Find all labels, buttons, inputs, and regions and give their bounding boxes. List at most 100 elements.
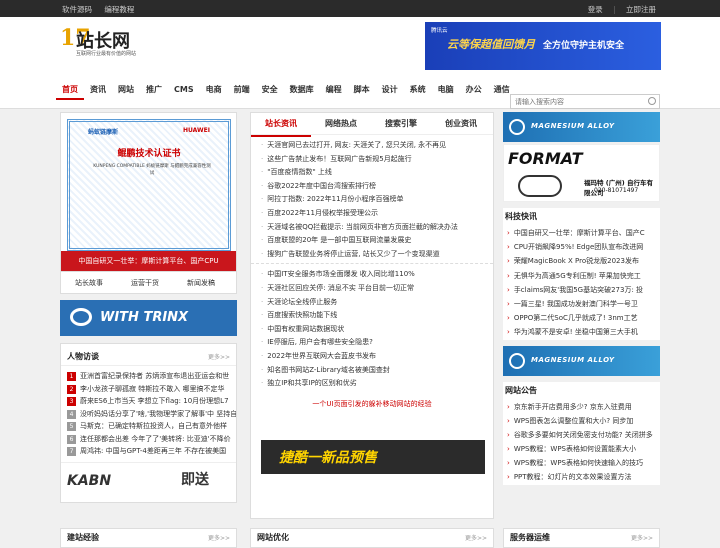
- list-item[interactable]: 中国IT安全服务市场全面爆发 收入同比增110%: [261, 268, 485, 282]
- list-item[interactable]: 百度搜索快照功能下线: [261, 309, 485, 323]
- trinx-logo-icon: [70, 308, 92, 326]
- tab-search-engine[interactable]: 搜索引擎: [371, 113, 431, 135]
- tab-hot[interactable]: 网络热点: [311, 113, 371, 135]
- cert-logo-right: HUAWEI: [182, 127, 210, 134]
- top-link-tutorial[interactable]: 编程教程: [104, 5, 134, 14]
- list-item[interactable]: 阿拉丁指数: 2022年11月份小程序百强榜单: [261, 193, 485, 207]
- more-link[interactable]: 更多>>: [208, 352, 230, 361]
- item-title[interactable]: 亚洲首富纪录保持者 苏炳添宣布退出亚运会和世: [80, 372, 229, 380]
- item-title[interactable]: 周鸿祎: 中国与GPT-4差距再三年 不存在被美国: [80, 447, 226, 455]
- list-item[interactable]: CPU开销飙降95%! Edge团队宣布改进网: [503, 240, 660, 254]
- notice-list: 京东新手开店费用多少? 京东入驻费用 WPS图表怎么调整位置和大小? 同步加 谷…: [503, 400, 660, 485]
- people-list: 1 亚洲首富纪录保持者 苏炳添宣布退出亚运会和世 2 李小龙孩子聊孤寂 特斯拉不敢入…: [61, 366, 236, 458]
- list-item[interactable]: 独立IP和共享IP的区别和优劣: [261, 377, 485, 391]
- right-column: MAGNESIUM ALLOY FORMAT 福玛特 (广州) 自行车有限公司 …: [503, 112, 660, 485]
- list-item[interactable]: WPS图表怎么调整位置和大小? 同步加: [503, 414, 660, 428]
- trinx-text: WITH TRINX: [100, 310, 189, 325]
- list-item[interactable]: 中国有权重网站数据现状: [261, 323, 485, 337]
- format-phone: 020-81071497: [594, 187, 639, 194]
- tech-news-section: 科技快讯 中国自研又一壮举：摩斯计算平台、国产C CPU开销飙降95%! Edg…: [503, 208, 660, 340]
- item-title[interactable]: 马斯克：已确定特斯拉投资人，自己有意外他样: [80, 422, 227, 430]
- list-item[interactable]: 天涯社区回应关停: 消息不实 平台目前一切正常: [261, 282, 485, 296]
- account-links: 登录 | 立即注册: [580, 4, 656, 15]
- more-link[interactable]: 更多>>: [465, 533, 487, 542]
- section-server-ops: 服务器运维 更多>>: [503, 528, 660, 548]
- list-item[interactable]: 搜狗广告联盟业务将停止运营, 站长又少了一个变现渠道: [261, 248, 485, 262]
- list-item[interactable]: 6 连任那都会出差 今年了了'美转将: 比亚迪'不降价: [61, 433, 236, 446]
- list-item[interactable]: 京东新手开店费用多少? 京东入驻费用: [503, 400, 660, 414]
- list-item[interactable]: 荣耀MagicBook X Pro锐龙版2023发布: [503, 254, 660, 268]
- quick-links: 站长故事 运营干货 新闻发稿: [60, 272, 237, 294]
- item-title[interactable]: 连任那都会出差 今年了了'美转将: 比亚迪'不降价: [80, 435, 231, 443]
- list-item[interactable]: 百度2022年11月侵权举报受理公示: [261, 207, 485, 221]
- header-ad-banner[interactable]: 腾讯云 云等保超值回馈月 全方位守护主机安全: [425, 22, 661, 70]
- rank-badge: 1: [67, 372, 76, 381]
- tab-startup[interactable]: 创业资讯: [431, 113, 491, 135]
- list-item[interactable]: 3 蔚来ES6上市当天 李想立下flag: 10月份理想L7: [61, 395, 236, 408]
- list-item[interactable]: 知名图书网站Z-Library域名被美国查封: [261, 364, 485, 378]
- rank-badge: 2: [67, 384, 76, 394]
- list-item[interactable]: "百度疫情指数" 上线: [261, 166, 485, 180]
- list-item[interactable]: WPS教程：WPS表格如何快速输入的技巧: [503, 456, 660, 470]
- tab-webmaster-news[interactable]: 站长资讯: [251, 113, 311, 137]
- section-title: 服务器运维: [510, 533, 550, 542]
- search-input[interactable]: [511, 95, 641, 108]
- cert-text: KUNPENG COMPATIBLE 蚂蚁链摩斯 与鲲鹏完成兼容性测试: [93, 164, 211, 176]
- list-item[interactable]: 天涯域名被QQ拦截提示: 当前网页非官方页面拦截的解决办法: [261, 221, 485, 235]
- list-item[interactable]: IE停服后, 用户会有哪些安全隐患?: [261, 336, 485, 350]
- rank-badge: 5: [67, 422, 76, 431]
- quick-link-ops[interactable]: 运营干货: [117, 272, 173, 294]
- jd-logo: 即送: [181, 471, 209, 488]
- list-item[interactable]: 天涯官网已去过打开, 网友: 天涯关了, 您只关闭, 永不再见: [261, 139, 485, 153]
- magnesium-ad[interactable]: MAGNESIUM ALLOY: [503, 112, 660, 142]
- site-logo[interactable]: 17 站长网 互联网行业最有价值的网站: [60, 25, 140, 61]
- register-link[interactable]: 立即注册: [626, 5, 656, 14]
- list-item[interactable]: 华为鸿蒙不是安卓! 坐稳中国第三大手机: [503, 325, 660, 339]
- search-icon[interactable]: [648, 97, 656, 105]
- item-title[interactable]: 没听妈妈话分享了'啥,'我物理学家了解事'中 坚持自: [80, 410, 236, 418]
- kabn-ad[interactable]: KABN 即送: [61, 461, 236, 502]
- list-item[interactable]: 这些广告禁止发布！互联网广告新规5月起施行: [261, 153, 485, 167]
- banner-label: 腾讯云: [431, 28, 448, 34]
- trinx-ad[interactable]: WITH TRINX: [60, 300, 237, 336]
- list-item[interactable]: 2022年世界互联网大会蓝皮书发布: [261, 350, 485, 364]
- list-item[interactable]: 5 马斯克：已确定特斯拉投资人，自己有意外他样: [61, 420, 236, 433]
- login-link[interactable]: 登录: [588, 5, 603, 14]
- list-item[interactable]: 百度联盟的20年 是一部中国互联网流量发展史: [261, 234, 485, 248]
- list-item[interactable]: 1 亚洲首富纪录保持者 苏炳添宣布退出亚运会和世: [61, 370, 236, 383]
- quick-link-story[interactable]: 站长故事: [61, 272, 117, 294]
- top-link-source[interactable]: 软件源码: [62, 5, 92, 14]
- list-item[interactable]: 中国自研又一壮举：摩斯计算平台、国产C: [503, 226, 660, 240]
- banner-tagline: 全方位守护主机安全: [543, 41, 625, 51]
- more-link[interactable]: 更多>>: [208, 533, 230, 542]
- format-ad[interactable]: FORMAT 福玛特 (广州) 自行车有限公司 020-81071497: [503, 144, 660, 202]
- section-title: 网站优化: [257, 533, 289, 542]
- featured-cert-image[interactable]: 蚂蚁链摩斯 HUAWEI 鲲鹏技术认证书 KUNPENG COMPATIBLE …: [60, 112, 237, 272]
- magnesium-ad-2[interactable]: MAGNESIUM ALLOY: [503, 345, 660, 376]
- item-title[interactable]: 李小龙孩子聊孤寂 特斯拉不敢入 哪里搞不定华: [80, 385, 224, 393]
- list-item[interactable]: 一篇三星! 我国成功发射澳门科学一号卫: [503, 297, 660, 311]
- news-list-primary: 天涯官网已去过打开, 网友: 天涯关了, 您只关闭, 永不再见 这些广告禁止发布…: [251, 135, 493, 261]
- item-title[interactable]: 蔚来ES6上市当天 李想立下flag: 10月份理想L7: [80, 397, 229, 405]
- list-item[interactable]: 谷歌多多要如何关闭免密支付功能? 关闭拼多: [503, 428, 660, 442]
- list-item[interactable]: 手claims网友'我国5G基站突破273万: 投: [503, 283, 660, 297]
- list-item[interactable]: 无惧华为高通5G专利压制! 苹果加快完工: [503, 269, 660, 283]
- list-item[interactable]: 天涯论坛全线停止服务: [261, 296, 485, 310]
- promo-link[interactable]: 一个UI页面引发的躲补移动网站的经验: [251, 399, 493, 409]
- magnesium-logo-icon: [509, 352, 525, 369]
- list-item[interactable]: 4 没听妈妈话分享了'啥,'我物理学家了解事'中 坚持自: [61, 408, 236, 421]
- list-item[interactable]: 2 李小龙孩子聊孤寂 特斯拉不敢入 哪里搞不定华: [61, 383, 236, 396]
- list-item[interactable]: 7 周鸿祎: 中国与GPT-4差距再三年 不存在被美国: [61, 445, 236, 458]
- list-item[interactable]: PPT教程：幻灯片的文本效果设置方法: [503, 470, 660, 484]
- divider: |: [613, 5, 616, 14]
- quick-link-press[interactable]: 新闻发稿: [173, 272, 229, 294]
- jiechi-ad[interactable]: 捷酷一新品预售: [261, 440, 485, 474]
- search-row: [0, 92, 720, 112]
- list-item[interactable]: 谷歌2022年度中国台湾搜索排行榜: [261, 180, 485, 194]
- rank-badge: 7: [67, 447, 76, 456]
- list-item[interactable]: WPS教程：WPS表格如何设置能素大小: [503, 442, 660, 456]
- list-item[interactable]: OPPO第二代SoC几乎就成了! 3nm工艺: [503, 311, 660, 325]
- more-link[interactable]: 更多>>: [631, 533, 653, 542]
- banner-headline: 云等保超值回馈月: [447, 38, 535, 51]
- featured-caption[interactable]: 中国自研又一壮举：摩斯计算平台、国产CPU: [61, 251, 236, 271]
